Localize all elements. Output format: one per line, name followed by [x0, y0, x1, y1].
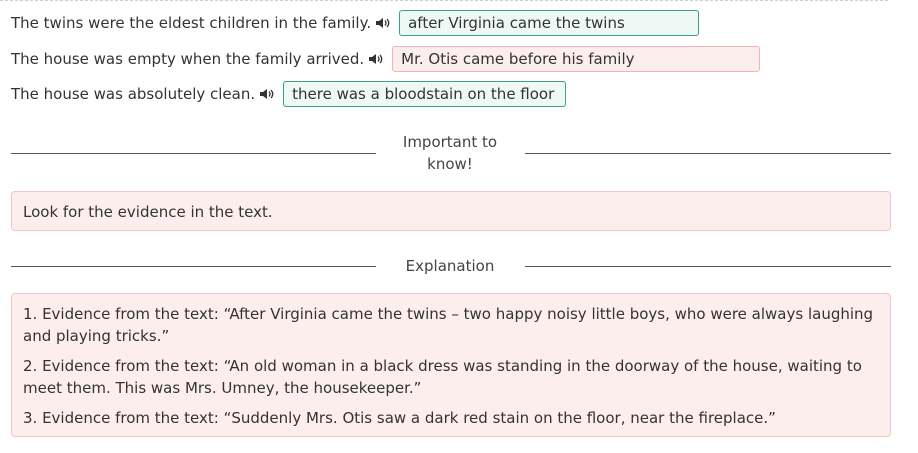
section-divider-right [525, 153, 891, 154]
speaker-icon[interactable] [259, 87, 275, 101]
explanation-box: 1. Evidence from the text: “After Virgin… [11, 293, 891, 437]
important-heading-line2: know! [427, 155, 473, 173]
explanation-heading: Explanation [405, 257, 495, 275]
sentence-row-1: The twins were the eldest children in th… [11, 10, 700, 36]
section-divider-left [11, 266, 376, 267]
answer-box-correct[interactable]: after Virginia came the twins [399, 10, 700, 36]
important-note-box: Look for the evidence in the text. [11, 191, 891, 231]
sentence-row-3: The house was absolutely clean. there wa… [11, 81, 567, 107]
important-heading-line1: Important to [402, 133, 498, 151]
important-heading: Important to know! [380, 131, 520, 175]
sentence-text: The twins were the eldest children in th… [11, 14, 372, 32]
answer-box-wrong[interactable]: Mr. Otis came before his family [392, 46, 761, 72]
section-divider-right [525, 266, 891, 267]
section-divider-left [11, 153, 376, 154]
sentence-text: The house was absolutely clean. [11, 85, 256, 103]
speaker-icon[interactable] [375, 16, 391, 30]
explanation-item-3: 3. Evidence from the text: “Suddenly Mrs… [23, 409, 776, 427]
sentence-text: The house was empty when the family arri… [11, 50, 365, 68]
top-divider [0, 0, 888, 2]
important-note-text: Look for the evidence in the text. [23, 203, 273, 221]
speaker-icon[interactable] [368, 52, 384, 66]
answer-box-correct[interactable]: there was a bloodstain on the floor [283, 81, 567, 107]
explanation-item-2: 2. Evidence from the text: “An old woman… [23, 357, 862, 397]
explanation-item-1: 1. Evidence from the text: “After Virgin… [23, 305, 874, 345]
sentence-row-2: The house was empty when the family arri… [11, 46, 761, 72]
